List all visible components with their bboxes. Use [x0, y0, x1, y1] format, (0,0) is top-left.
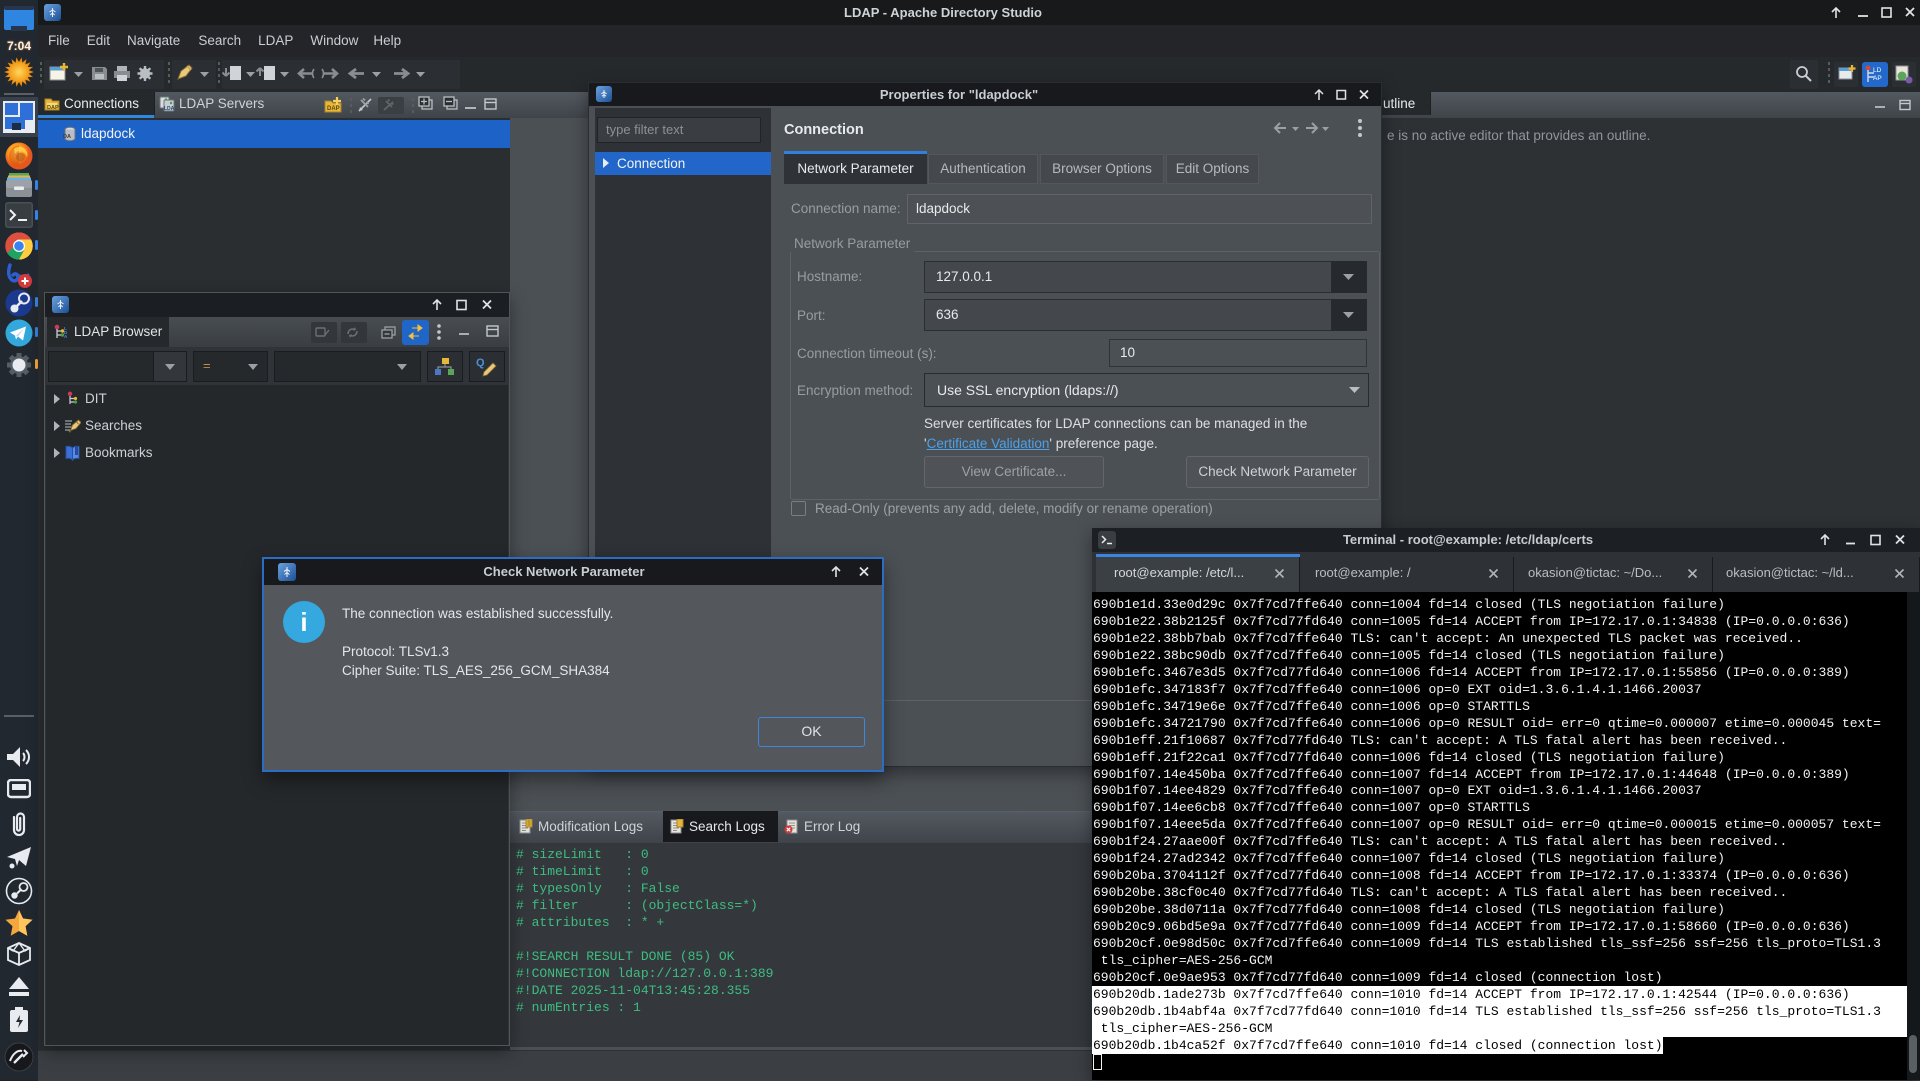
svg-text:AP: AP [1873, 75, 1882, 82]
svg-text:DA: DA [63, 134, 71, 140]
svg-text:LDAP: LDAP [164, 106, 175, 112]
svg-text:DAP: DAP [327, 106, 340, 112]
svg-text:A: A [64, 334, 68, 339]
svg-text:Q: Q [476, 357, 485, 369]
svg-text:DAP: DAP [47, 105, 59, 111]
svg-text:LD: LD [1873, 67, 1882, 74]
